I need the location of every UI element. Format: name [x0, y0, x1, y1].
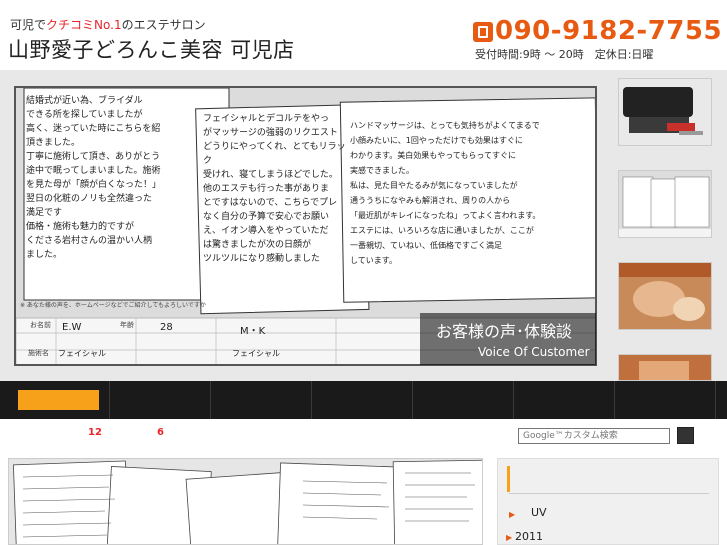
search-input[interactable] [518, 428, 670, 444]
main-content-panel [8, 458, 483, 545]
testimonial-collage-image [9, 459, 482, 544]
card1-line: 丁寧に施術して頂き、ありがとう [26, 152, 161, 162]
phone-number[interactable]: 090-9182-7755 [495, 16, 722, 46]
slide-caption-jp: お客様の声･体験談 [436, 322, 573, 341]
treatment-thumbnail [619, 355, 711, 380]
site-tagline: 可児でクチコミNo.1のエステサロン [10, 18, 206, 32]
testimonial-card-1: 結婚式が近い為、ブライダル できる所を探していましたが 高く、迷っていた時にこち… [26, 94, 226, 262]
card1-line: くださる岩村さんの温かい人柄 [26, 236, 153, 246]
slide-caption-en: Voice Of Customer [478, 345, 590, 359]
card3-line: エステには、いろいろな店に通いましたが、ここが [350, 226, 534, 235]
sidebar-item-uv[interactable]: UV [531, 506, 547, 519]
card2-line: え、イオン導入をやっていただ [203, 226, 329, 236]
card1-line: 満足です [26, 208, 63, 218]
form-note: ※ あなた様の声を、ホームページなどでご紹介してもよろしいですか [20, 302, 206, 309]
card2-line: ツルツルになり感動しました [203, 254, 321, 264]
testimonial-card-3: ハンドマッサージは、とっても気持ちがよくてまるで 小顔みたいに、1回やっただけで… [350, 118, 588, 268]
sidebar-heading-accent [507, 466, 510, 492]
form-name-label: お名前 [30, 321, 51, 329]
nav-item-6[interactable] [514, 381, 614, 419]
nav-divider [715, 381, 716, 419]
card2-line: 受けれ、寝てしまうほどでした。 [203, 170, 338, 180]
slide-thumbnail-4[interactable] [618, 354, 712, 381]
card3-line: わかります。美白効果もやってもらってすぐに [350, 151, 516, 160]
card3-line: ハンドマッサージは、とっても気持ちがよくてまるで [350, 121, 540, 130]
card3-line: 一番親切、ていねい、低価格ですごく満足 [350, 241, 502, 250]
card1-line: を見た母が「顔が白くなった！」 [26, 180, 162, 190]
facial-treatment-thumbnail [619, 263, 711, 329]
sidebar-divider [509, 493, 709, 494]
sidebar-item-year[interactable]: 2011 [515, 530, 543, 543]
form-menu-1: フェイシャル [58, 349, 106, 358]
card1-line: 高く、迷っていた時にこちらを紹 [26, 124, 161, 134]
card2-line: とですはないので、こちらでプレ [203, 198, 338, 208]
count-label-a[interactable]: 12 [88, 427, 102, 438]
card3-line: 「最近肌がキレイになったね」ってよく言われます。 [350, 211, 541, 220]
shop-title[interactable]: 山野愛子どろんこ美容 可児店 [8, 34, 295, 64]
arrow-right-icon: ▶ [509, 510, 516, 519]
nav-item-2[interactable] [110, 381, 210, 419]
salon-interior-thumbnail [619, 79, 711, 145]
card3-line: しています。 [350, 256, 397, 265]
nav-item-7[interactable] [615, 381, 715, 419]
card2-line: 他のエステも行った事がありま [203, 184, 330, 194]
slide-thumbnail-1[interactable] [618, 78, 712, 146]
nav-item-home[interactable] [18, 390, 99, 410]
nav-item-3[interactable] [211, 381, 311, 419]
form-menu-2: フェイシャル [232, 349, 280, 358]
nav-item-4[interactable] [312, 381, 412, 419]
card3-line: 実感できました。 [350, 166, 414, 175]
arrow-right-icon: ▶ [506, 533, 513, 542]
search-button[interactable] [677, 427, 694, 444]
card1-line: 頂きました。 [26, 138, 81, 148]
card2-line: は驚きましたが次の日顔が [203, 240, 312, 250]
card2-line: どうりにやってくれ、とてもリラック [203, 142, 346, 166]
card1-line: できる所を探していましたが [26, 110, 143, 120]
business-hours: 受付時間:9時 ～ 20時 定休日:日曜 [475, 48, 654, 61]
count-label-b[interactable]: 6 [157, 427, 164, 438]
card1-line: 結婚式が近い為、ブライダル [26, 96, 143, 106]
card3-line: 小顔みたいに、1回やっただけでも効果はすぐに [350, 136, 523, 145]
form-age-label: 年齢 [120, 321, 134, 329]
card2-line: なく自分の予算で安心でお願い [203, 212, 330, 222]
form-name-2: M・K [240, 326, 266, 337]
card1-line: 翌日の化粧のノリも全然違った [26, 194, 153, 204]
card1-line: 価格・施術も魅力的ですが [26, 222, 135, 232]
nav-item-5[interactable] [413, 381, 513, 419]
slide-thumbnail-3[interactable] [618, 262, 712, 330]
card3-line: 私は、見た目やたるみが気になっていましたが [350, 181, 518, 190]
testimonial-thumbnail [619, 171, 711, 237]
card1-line: 途中で眠ってしまいました。施術 [26, 166, 161, 176]
card2-line: フェイシャルとデコルテをやっ [203, 114, 330, 124]
form-age-1: 28 [160, 322, 173, 333]
tagline-highlight: クチコミNo.1 [46, 18, 122, 32]
phone-icon [473, 22, 493, 42]
form-menu-label: 施術名 [28, 349, 49, 357]
testimonial-card-2: フェイシャルとデコルテをやっ がマッサージの強弱のリクエスト どうりにやってくれ… [203, 112, 353, 266]
card3-line: 通ううちになやみも解消され、周りの人から [350, 196, 511, 205]
form-name-1: E.W [62, 322, 82, 333]
slide-thumbnail-2[interactable] [618, 170, 712, 238]
card1-line: ました。 [26, 250, 63, 260]
card2-line: がマッサージの強弱のリクエスト [203, 128, 338, 138]
